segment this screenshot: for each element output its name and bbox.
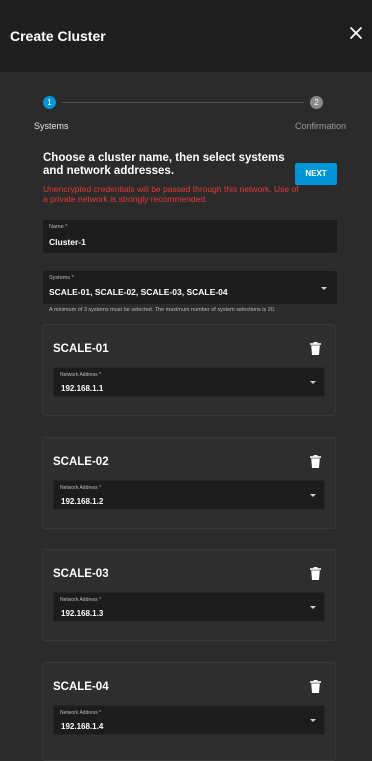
step-1-indicator[interactable]: 1 (43, 96, 56, 109)
chevron-down-icon[interactable] (310, 606, 316, 609)
dialog-title: Create Cluster (10, 28, 106, 44)
name-field-value[interactable]: Cluster-1 (49, 237, 86, 247)
network-address-label: Network Address * (60, 597, 102, 603)
systems-select-label: Systems * (49, 275, 74, 281)
step-2-label[interactable]: Confirmation (295, 121, 346, 131)
system-card-scale-01: SCALE-01 Network Address * 192.168.1.1 (42, 324, 336, 416)
system-card-title: SCALE-04 (53, 681, 109, 693)
trash-icon[interactable] (310, 455, 321, 468)
network-warning: Unencrypted credentials will be passed t… (43, 184, 299, 204)
network-address-select[interactable]: Network Address * 192.168.1.1 (53, 367, 325, 397)
chevron-down-icon[interactable] (310, 719, 316, 722)
step-2-indicator[interactable]: 2 (310, 96, 323, 109)
step-1-label[interactable]: Systems (34, 121, 69, 131)
stepper-connector (62, 102, 304, 103)
network-address-label: Network Address * (60, 485, 102, 491)
system-card-title: SCALE-03 (53, 568, 109, 580)
system-card-scale-02: SCALE-02 Network Address * 192.168.1.2 (42, 437, 336, 529)
name-field[interactable]: Name * Cluster-1 (43, 220, 337, 253)
network-address-select[interactable]: Network Address * 192.168.1.4 (53, 705, 325, 735)
chevron-down-icon[interactable] (310, 494, 316, 497)
system-card-scale-04: SCALE-04 Network Address * 192.168.1.4 (42, 662, 336, 761)
close-icon[interactable] (348, 25, 364, 41)
stepper: 1 2 Systems Confirmation (0, 72, 372, 144)
network-address-value[interactable]: 192.168.1.1 (61, 384, 103, 393)
network-address-select[interactable]: Network Address * 192.168.1.3 (53, 592, 325, 622)
network-address-select[interactable]: Network Address * 192.168.1.2 (53, 480, 325, 510)
network-address-label: Network Address * (60, 372, 102, 378)
next-button[interactable]: NEXT (295, 163, 337, 185)
trash-icon[interactable] (310, 342, 321, 355)
systems-hint: A minimum of 3 systems must be selected.… (49, 307, 276, 313)
system-card-title: SCALE-01 (53, 343, 109, 355)
chevron-down-icon[interactable] (321, 287, 327, 290)
trash-icon[interactable] (310, 680, 321, 693)
systems-select[interactable]: Systems * SCALE-01, SCALE-02, SCALE-03, … (43, 271, 337, 304)
system-card-title: SCALE-02 (53, 456, 109, 468)
systems-select-value[interactable]: SCALE-01, SCALE-02, SCALE-03, SCALE-04 (49, 287, 228, 297)
name-field-label: Name * (49, 224, 68, 230)
system-card-scale-03: SCALE-03 Network Address * 192.168.1.3 (42, 549, 336, 641)
network-address-value[interactable]: 192.168.1.2 (61, 497, 103, 506)
intro-heading: Choose a cluster name, then select syste… (43, 152, 285, 177)
dialog-header: Create Cluster (0, 0, 372, 72)
trash-icon[interactable] (310, 567, 321, 580)
network-address-value[interactable]: 192.168.1.4 (61, 722, 103, 731)
network-address-value[interactable]: 192.168.1.3 (61, 609, 103, 618)
network-address-label: Network Address * (60, 710, 102, 716)
chevron-down-icon[interactable] (310, 381, 316, 384)
